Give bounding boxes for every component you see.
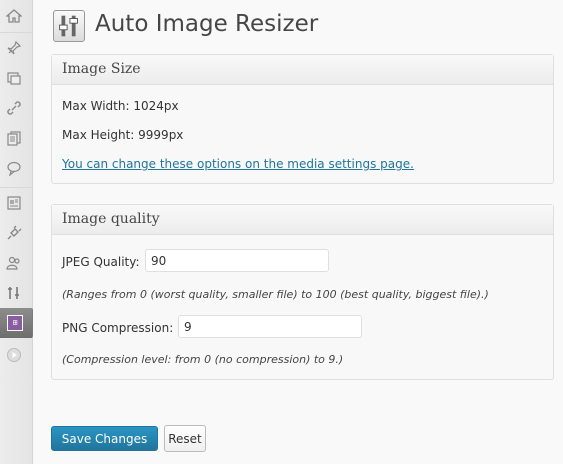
- reset-button[interactable]: Reset: [164, 425, 206, 452]
- png-compression-input[interactable]: [178, 315, 362, 338]
- collapse-icon[interactable]: [4, 345, 24, 365]
- max-width-text: Max Width: 1024px: [62, 99, 179, 113]
- image-quality-box: Image quality JPEG Quality: (Ranges from…: [51, 204, 554, 380]
- jpeg-quality-help: (Ranges from 0 (worst quality, smaller f…: [62, 288, 489, 301]
- plugin-settings-icon: ⊞: [7, 315, 23, 331]
- appearance-icon[interactable]: [4, 193, 24, 213]
- media-settings-link[interactable]: You can change these options on the medi…: [62, 157, 414, 171]
- settings-sliders-icon: [53, 10, 85, 42]
- save-changes-button[interactable]: Save Changes: [51, 426, 158, 451]
- plugins-icon[interactable]: [4, 223, 24, 243]
- links-icon[interactable]: [4, 98, 24, 118]
- admin-sidebar: ⊞: [0, 0, 40, 464]
- tools-icon[interactable]: [4, 283, 24, 303]
- media-icon[interactable]: [4, 68, 24, 88]
- pages-icon[interactable]: [4, 128, 24, 148]
- max-height-text: Max Height: 9999px: [62, 128, 184, 142]
- jpeg-quality-input[interactable]: [145, 249, 329, 272]
- jpeg-quality-label: JPEG Quality:: [62, 255, 140, 269]
- users-icon[interactable]: [4, 253, 24, 273]
- main-content: Auto Image Resizer Image Size Max Width:…: [33, 0, 563, 464]
- posts-icon[interactable]: [4, 38, 24, 58]
- png-compression-label: PNG Compression:: [62, 321, 174, 335]
- image-quality-heading: Image quality: [52, 205, 553, 235]
- png-compression-help: (Compression level: from 0 (no compressi…: [62, 353, 344, 366]
- comments-icon[interactable]: [4, 158, 24, 178]
- page-title: Auto Image Resizer: [95, 11, 319, 37]
- image-size-box: Image Size Max Width: 1024px Max Height:…: [51, 54, 554, 184]
- image-size-heading: Image Size: [52, 55, 553, 85]
- dashboard-icon[interactable]: [4, 6, 24, 26]
